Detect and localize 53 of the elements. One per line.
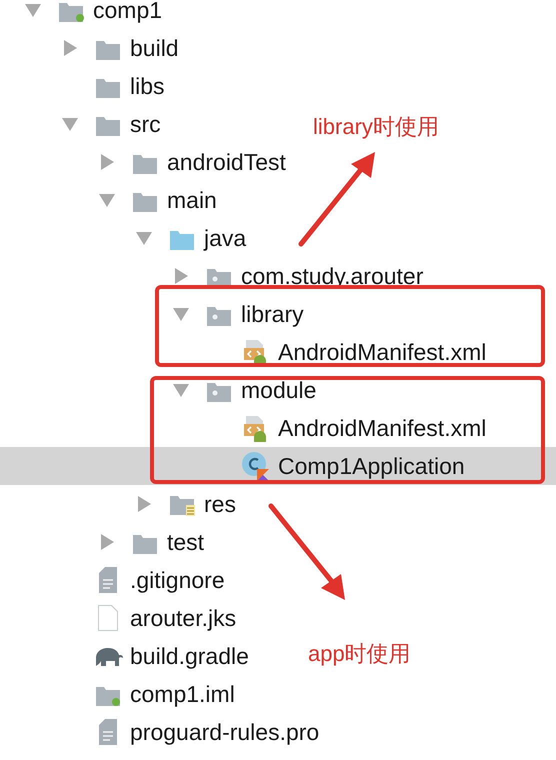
tree-row[interactable]: proguard-rules.pro [0, 713, 328, 751]
tree-row[interactable]: res [0, 485, 244, 523]
collapse-arrow-icon[interactable] [172, 305, 190, 323]
tree-row[interactable]: comp1 [0, 0, 170, 29]
tree-item-label: AndroidManifest.xml [278, 414, 486, 443]
collapse-arrow-icon[interactable] [98, 191, 116, 209]
tree-item-label: proguard-rules.pro [130, 718, 320, 747]
tree-item-label: build.gradle [130, 642, 249, 671]
tree-item-label: main [167, 186, 217, 215]
tree-row[interactable]: src [0, 105, 169, 143]
tree-row[interactable]: module [0, 371, 324, 409]
tree-item-label: comp1.iml [130, 680, 235, 709]
collapse-arrow-icon[interactable] [134, 229, 152, 247]
tree-row[interactable]: library [0, 295, 312, 333]
kotlin-class-icon [241, 451, 271, 481]
tree-item-label: library [241, 300, 304, 329]
tree-item-label: libs [130, 72, 165, 101]
tree-item-label: java [204, 224, 246, 253]
tree-row[interactable]: build [0, 29, 187, 67]
tree-item-label: src [130, 110, 161, 139]
text-file-icon [97, 718, 119, 746]
tree-item-label: androidTest [167, 148, 286, 177]
tree-row[interactable]: java [0, 219, 254, 257]
file-icon [97, 604, 119, 632]
tree-row[interactable]: androidTest [0, 143, 294, 181]
module-folder-icon [57, 0, 85, 22]
collapse-arrow-icon[interactable] [172, 381, 190, 399]
tree-row[interactable]: test [0, 523, 212, 561]
collapse-arrow-icon[interactable] [24, 1, 42, 19]
tree-row[interactable]: build.gradle [0, 637, 257, 675]
tree-item-label: build [130, 34, 179, 63]
tree-row[interactable]: main [0, 181, 225, 219]
text-file-icon [97, 566, 119, 594]
tree-row[interactable]: comp1.iml [0, 675, 243, 713]
annotation-label: app时使用 [308, 640, 411, 668]
tree-row[interactable]: Comp1Application [0, 447, 556, 485]
tree-item-label: com.study.arouter [241, 262, 424, 291]
tree-row[interactable]: .gitignore [0, 561, 233, 599]
tree-row[interactable]: AndroidManifest.xml [0, 409, 494, 447]
tree-row[interactable]: arouter.jks [0, 599, 244, 637]
tree-row[interactable]: AndroidManifest.xml [0, 333, 494, 371]
annotation-label: library时使用 [313, 113, 439, 141]
tree-item-label: AndroidManifest.xml [278, 338, 486, 367]
tree-row[interactable]: com.study.arouter [0, 257, 432, 295]
tree-item-label: arouter.jks [130, 604, 236, 633]
tree-row[interactable]: libs [0, 67, 173, 105]
tree-item-label: res [204, 490, 236, 519]
tree-item-label: Comp1Application [278, 452, 465, 481]
tree-item-label: comp1 [93, 0, 162, 25]
tree-item-label: test [167, 528, 204, 557]
tree-item-label: .gitignore [130, 566, 225, 595]
tree-item-label: module [241, 376, 316, 405]
collapse-arrow-icon[interactable] [60, 115, 78, 133]
